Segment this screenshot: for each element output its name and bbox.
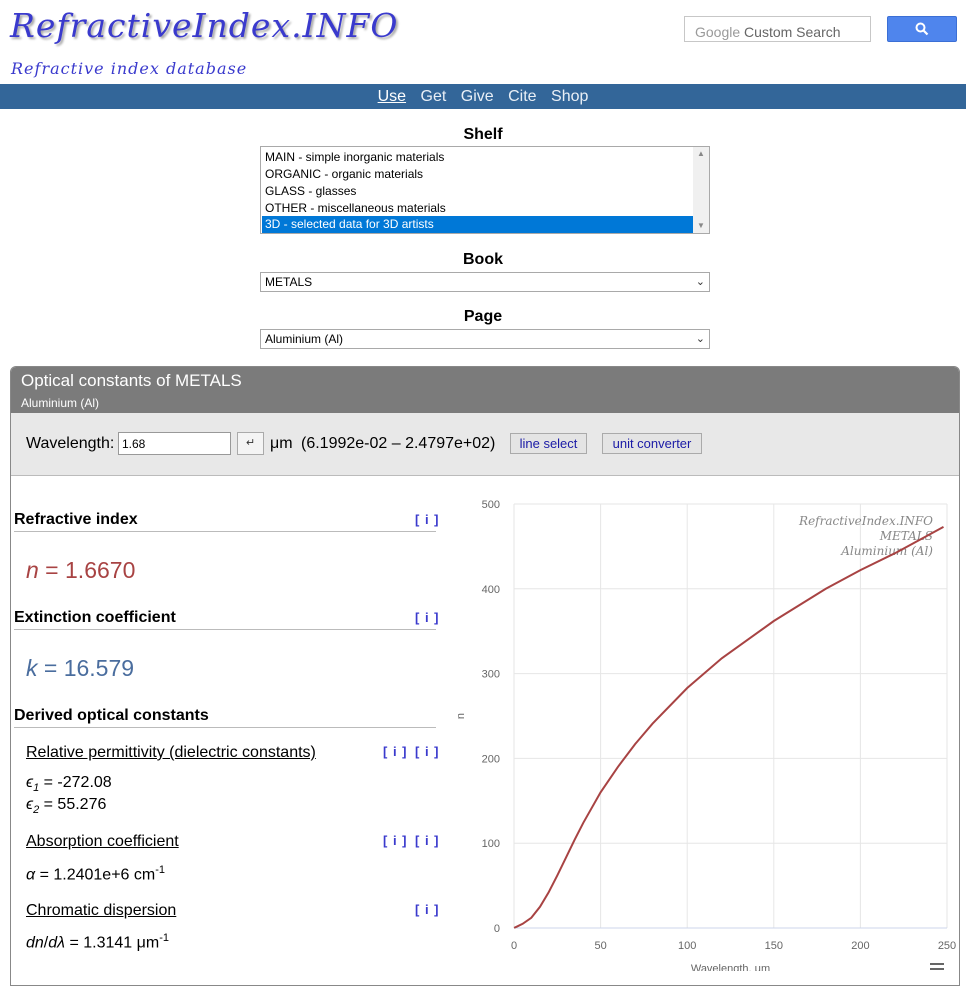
- chart-y-axis-label: n: [455, 713, 467, 719]
- extinction-value: k = 16.579: [26, 655, 134, 682]
- dispersion-value: dn/dλ = 1.3141 μm-1: [26, 932, 169, 952]
- chart-y-tick-label: 200: [482, 753, 500, 765]
- refractive-index-heading: Refractive index: [14, 511, 436, 532]
- wavelength-unit: μm: [270, 435, 293, 452]
- main-nav: Use Get Give Cite Shop: [0, 84, 966, 109]
- chart-x-tick-label: 200: [851, 940, 869, 952]
- n-symbol: n: [26, 557, 39, 583]
- extinction-heading: Extinction coefficient: [14, 609, 436, 630]
- chart-y-tick-label: 500: [482, 499, 500, 511]
- chart-grid: [513, 503, 948, 929]
- dispersion-link[interactable]: Chromatic dispersion: [26, 902, 176, 920]
- chart-x-tick-label: 150: [765, 940, 783, 952]
- chart-x-axis-label: Wavelength, μm: [691, 963, 770, 971]
- search-icon: [915, 22, 929, 36]
- nav-get[interactable]: Get: [421, 84, 447, 109]
- site-tagline: Refractive index database: [11, 59, 248, 78]
- chart-watermark-line: Aluminium (Al): [840, 544, 933, 558]
- chart-y-tick-label: 100: [482, 838, 500, 850]
- nav-cite[interactable]: Cite: [508, 84, 536, 109]
- chart-x-tick-label: 250: [938, 940, 956, 952]
- book-select-value: METALS: [265, 275, 313, 289]
- search-button[interactable]: [887, 16, 957, 42]
- search-google-label: Google: [695, 24, 741, 40]
- nav-give[interactable]: Give: [461, 84, 494, 109]
- chart-y-tick-label: 0: [494, 923, 500, 935]
- enter-icon[interactable]: ↵: [237, 432, 264, 455]
- dispersion-info-link[interactable]: [ i ]: [415, 902, 440, 917]
- permittivity-info-link-1[interactable]: [ i ]: [383, 744, 408, 759]
- absorption-value: α = 1.2401e+6 cm-1: [26, 864, 165, 884]
- extinction-info-link[interactable]: [ i ]: [415, 610, 440, 625]
- panel-subtitle: Aluminium (Al): [21, 396, 100, 410]
- permittivity-info-link-2[interactable]: [ i ]: [415, 744, 440, 759]
- absorption-info-link-2[interactable]: [ i ]: [415, 833, 440, 848]
- search-placeholder: Custom Search: [740, 24, 841, 40]
- wavelength-label: Wavelength:: [26, 435, 115, 452]
- epsilon1-value: ϵ1 = -272.08: [26, 774, 112, 795]
- chart-x-tick-label: 50: [594, 940, 606, 952]
- k-value: = 16.579: [37, 655, 135, 681]
- refractive-index-chart[interactable]: 0 50 100 150 200 250 0 100 200 300 400 500 n Wavele…: [455, 118, 960, 971]
- absorption-info-link-1[interactable]: [ i ]: [383, 833, 408, 848]
- chart-x-tick-label: 0: [511, 940, 517, 952]
- epsilon2-value: ϵ2 = 55.276: [26, 796, 107, 817]
- n-value: = 1.6670: [38, 557, 136, 583]
- nav-shop[interactable]: Shop: [551, 84, 588, 109]
- k-symbol: k: [26, 655, 38, 681]
- chart-series-line: [513, 526, 944, 929]
- chart-y-tick-label: 300: [482, 669, 500, 681]
- refractive-index-value: n = 1.6670: [26, 557, 135, 584]
- chart-watermark: RefractiveIndex.INFOMETALSAluminium (Al): [798, 514, 933, 558]
- panel-title: Optical constants of METALS: [21, 371, 242, 390]
- site-logo[interactable]: RefractiveIndex.INFO: [10, 6, 398, 45]
- derived-heading: Derived optical constants: [14, 707, 436, 728]
- search-input[interactable]: Google Custom Search: [684, 16, 871, 42]
- refractive-index-info-link[interactable]: [ i ]: [415, 512, 440, 527]
- permittivity-link[interactable]: Relative permittivity (dielectric consta…: [26, 744, 316, 762]
- chart-watermark-line: RefractiveIndex.INFO: [798, 514, 933, 528]
- chart-x-tick-label: 100: [678, 940, 696, 952]
- page-select-value: Aluminium (Al): [265, 332, 344, 346]
- wavelength-input[interactable]: [118, 432, 231, 455]
- chart-y-tick-label: 400: [482, 584, 500, 596]
- absorption-link[interactable]: Absorption coefficient: [26, 833, 179, 851]
- nav-use[interactable]: Use: [378, 84, 406, 109]
- chart-menu-icon[interactable]: [930, 963, 944, 970]
